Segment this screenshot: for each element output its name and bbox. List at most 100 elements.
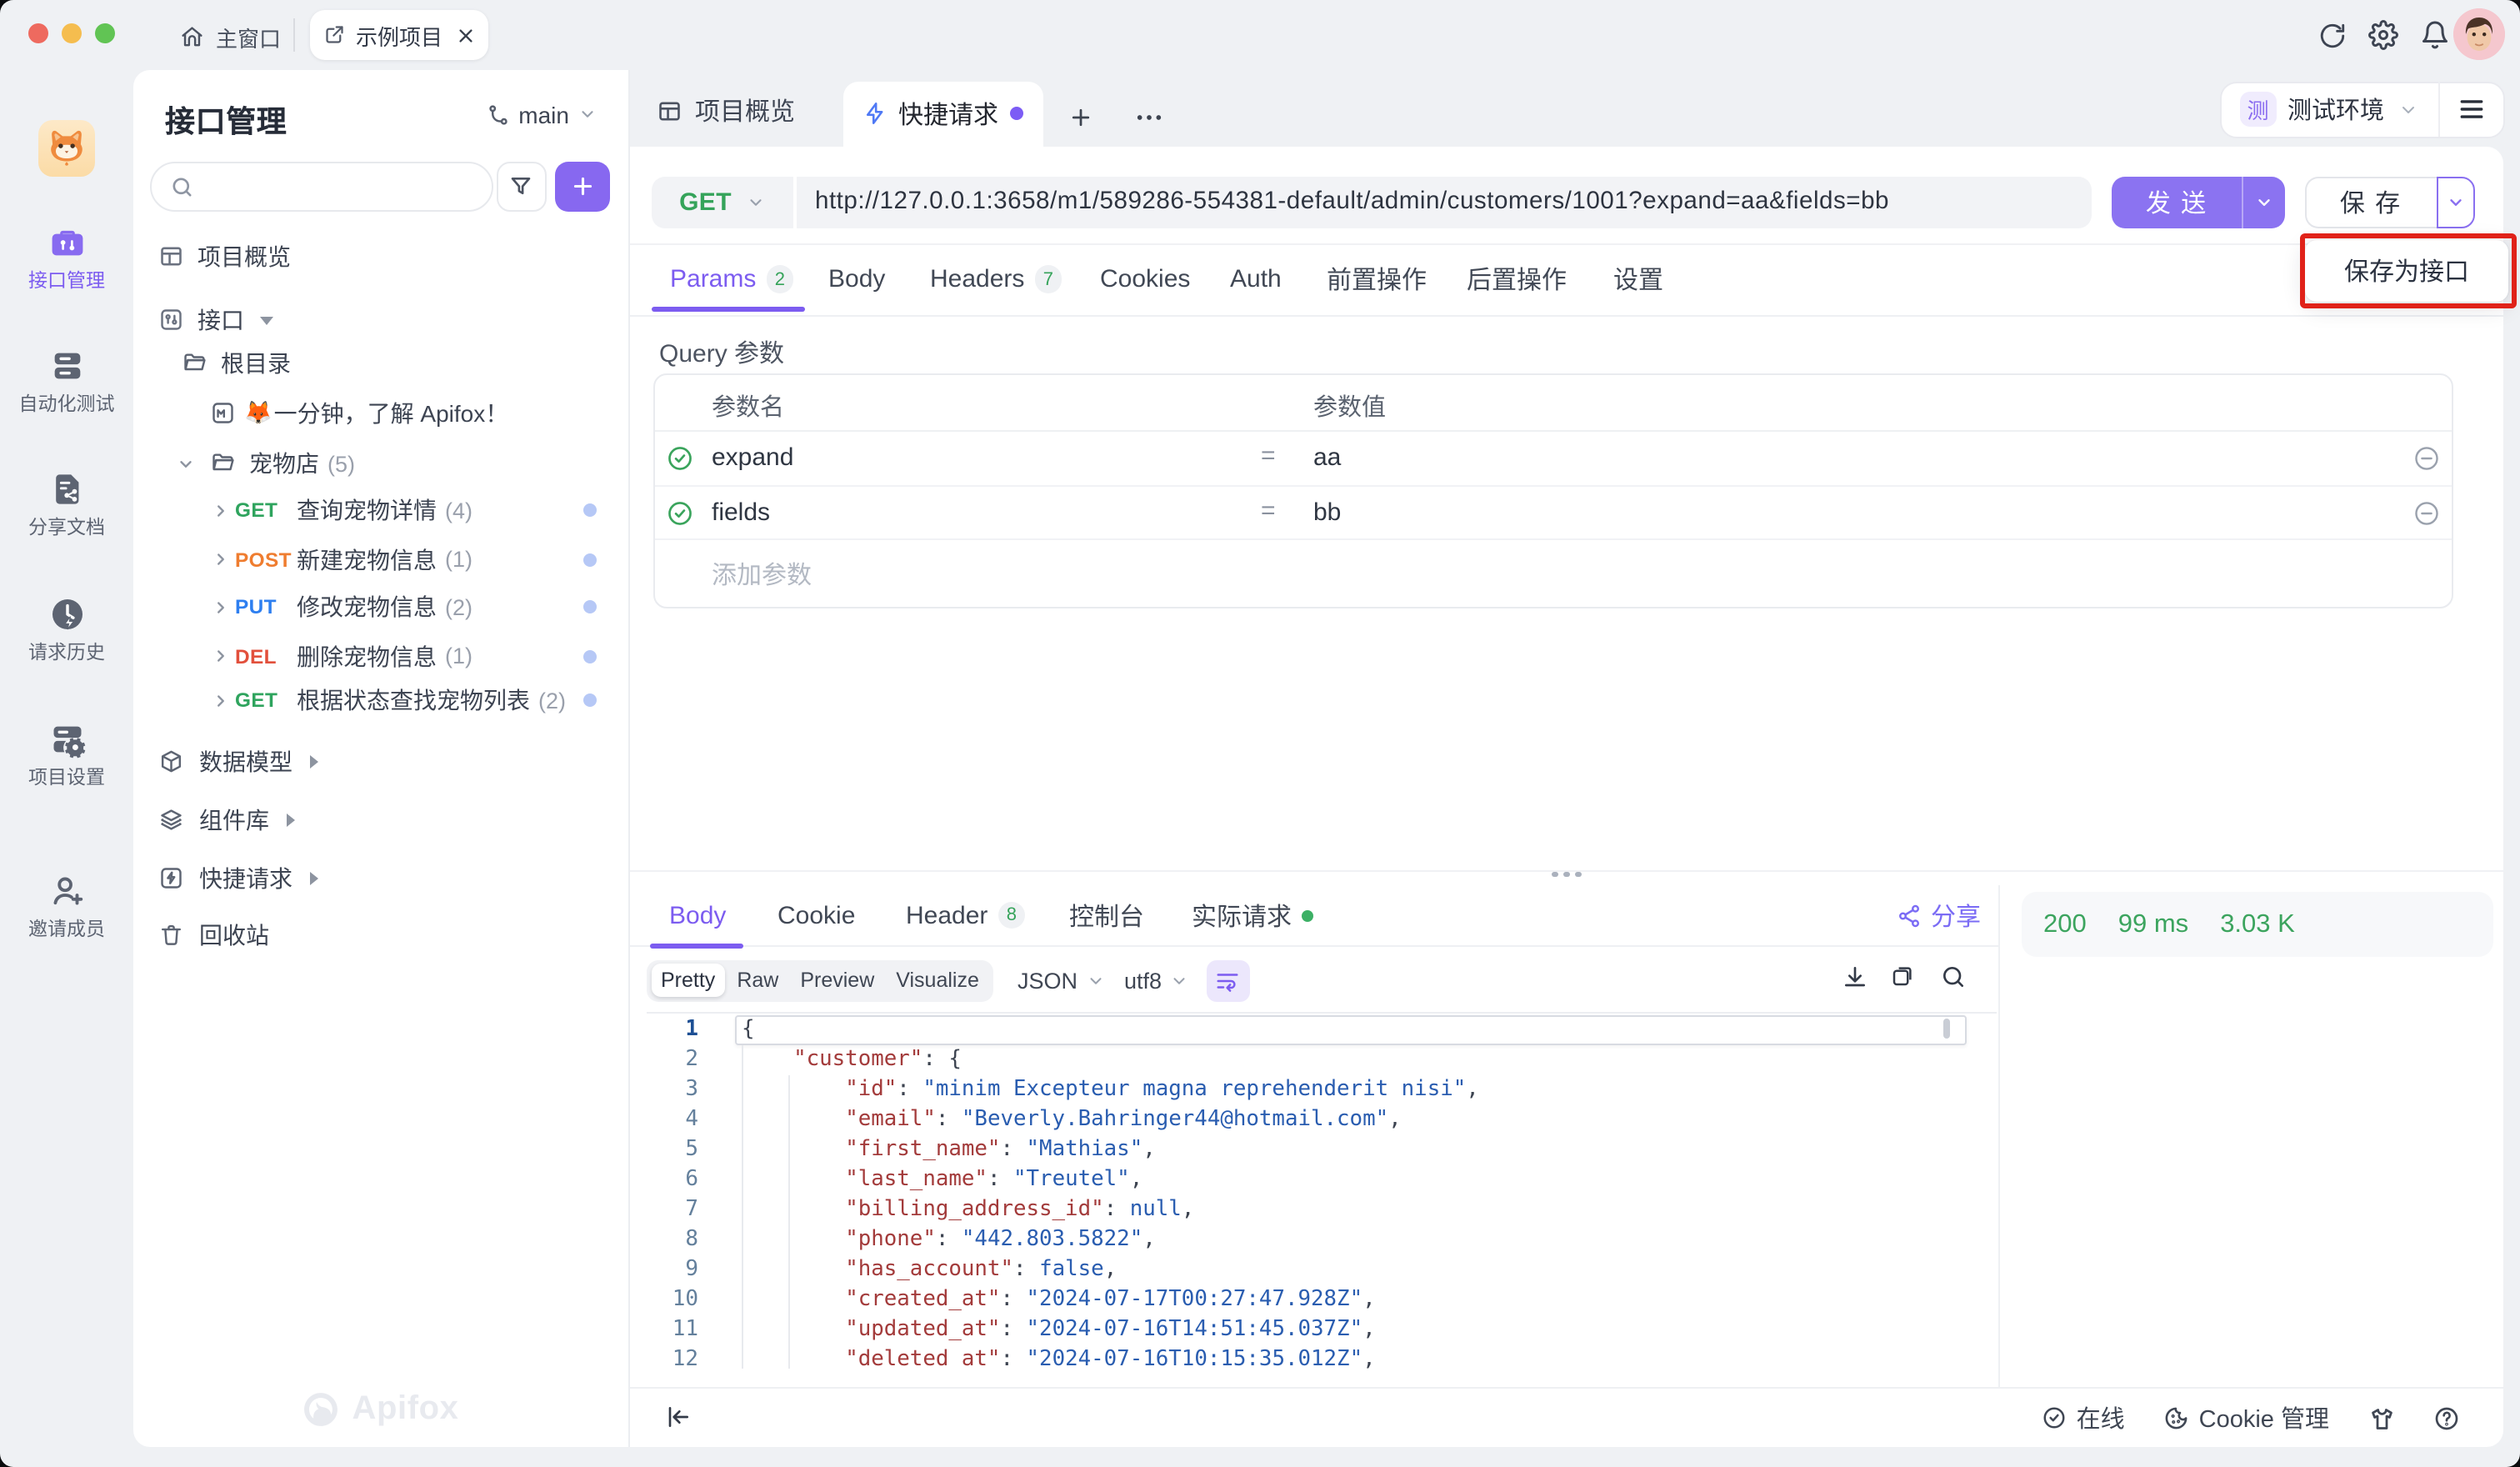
copy-response-button[interactable] [1889, 964, 1914, 989]
branch-selector[interactable]: main [487, 101, 596, 128]
param-name-input[interactable]: expand [712, 443, 793, 472]
theme-button[interactable] [2368, 1404, 2395, 1432]
code-scrollbar[interactable] [1943, 1019, 1949, 1039]
close-project-tab-icon[interactable] [456, 26, 474, 44]
request-tab-Body[interactable]: Body [828, 243, 885, 315]
request-tab-后置操作[interactable]: 后置操作 [1467, 243, 1567, 315]
minimize-window-button[interactable] [62, 23, 82, 43]
response-tab-实际请求[interactable]: 实际请求 [1192, 885, 1314, 945]
remove-param-icon[interactable] [2412, 445, 2439, 472]
help-button[interactable] [2433, 1405, 2460, 1432]
chevron-right-icon[interactable] [212, 501, 230, 519]
sidebar-section-数据模型[interactable]: 数据模型 [133, 739, 318, 785]
chevron-right-icon[interactable] [212, 647, 230, 665]
tab-project-overview[interactable]: 项目概览 [656, 93, 795, 128]
tree-item[interactable]: 接口 [133, 297, 272, 343]
rail-item-request-history[interactable]: 请求历史 [0, 595, 133, 665]
sidebar-section-快捷请求[interactable]: 快捷请求 [133, 855, 318, 902]
main-window-tab[interactable]: 主窗口 [170, 13, 291, 60]
param-enabled-icon[interactable] [666, 445, 692, 472]
request-tab-Params[interactable]: Params 2 [670, 243, 794, 315]
rail-item-project-settings[interactable]: 项目设置 [0, 720, 133, 790]
method-select[interactable]: GET [651, 188, 793, 217]
rail-item-api-management[interactable]: 接口管理 [0, 223, 133, 293]
request-tab-设置[interactable]: 设置 [1613, 243, 1663, 315]
download-response-button[interactable] [1841, 964, 1868, 990]
view-option-Visualize[interactable]: Visualize [886, 964, 989, 998]
cookie-manager[interactable]: Cookie 管理 [2163, 1401, 2329, 1436]
send-button[interactable]: 发 送 [2112, 176, 2285, 228]
tab-more-button[interactable] [1135, 111, 1163, 123]
search-input[interactable] [150, 162, 492, 211]
gear-icon[interactable] [2368, 20, 2398, 50]
tree-item[interactable]: 项目概览 [133, 233, 291, 280]
save-dropdown-toggle[interactable] [2436, 176, 2475, 228]
chevron-right-icon[interactable] [212, 598, 230, 616]
response-tab-Header[interactable]: Header 8 [906, 885, 1026, 945]
tree-item[interactable]: 宠物店 (5) [133, 440, 355, 487]
wrap-lines-button[interactable] [1206, 959, 1249, 1001]
tree-item[interactable]: 根目录 [133, 339, 291, 386]
param-enabled-icon[interactable] [666, 499, 692, 526]
url-input[interactable]: http://127.0.0.1:3658/m1/589286-554381-d… [797, 189, 1889, 216]
share-link[interactable]: 分享 [1896, 899, 1981, 934]
zoom-window-button[interactable] [95, 23, 116, 43]
rail-item-invite-members[interactable]: 邀请成员 [0, 872, 133, 942]
response-tab-控制台[interactable]: 控制台 [1069, 885, 1144, 945]
caret-right-icon[interactable] [309, 872, 318, 885]
request-tab-Auth[interactable]: Auth [1230, 243, 1282, 315]
refresh-icon[interactable] [2318, 21, 2347, 49]
chevron-right-icon[interactable] [212, 691, 230, 709]
splitter-handle-icon[interactable] [629, 871, 2503, 877]
view-option-Preview[interactable]: Preview [790, 964, 884, 998]
save-button-main[interactable]: 保 存 [2304, 176, 2436, 228]
view-option-Pretty[interactable]: Pretty [651, 963, 726, 998]
caret-down-icon[interactable] [259, 316, 272, 324]
encoding-select[interactable]: utf8 [1124, 959, 1188, 1001]
rail-item-auto-testing[interactable]: 自动化测试 [0, 347, 133, 417]
search-response-button[interactable] [1939, 964, 1966, 990]
add-api-button[interactable] [554, 162, 610, 211]
new-tab-button[interactable] [1068, 104, 1093, 129]
request-tab-前置操作[interactable]: 前置操作 [1327, 243, 1427, 315]
chevron-down-icon[interactable] [177, 454, 195, 473]
hamburger-menu-icon[interactable] [2439, 98, 2503, 120]
request-tab-Cookies[interactable]: Cookies [1100, 243, 1190, 315]
rail-item-share-docs[interactable]: 分享文档 [0, 470, 133, 540]
caret-right-icon[interactable] [309, 755, 318, 769]
tab-count-badge: 2 [766, 265, 794, 293]
environment-selector[interactable]: 测试环境 [2288, 92, 2384, 127]
environment-badge: 测 [2240, 91, 2276, 128]
view-option-Raw[interactable]: Raw [727, 964, 788, 998]
param-value-input[interactable]: bb [1313, 498, 1341, 526]
param-value-input[interactable]: aa [1313, 443, 1341, 472]
add-param-row[interactable]: 添加参数 [654, 540, 2451, 608]
send-dropdown-chevron[interactable] [2243, 193, 2285, 212]
project-tab[interactable]: 示例项目 [310, 10, 488, 60]
caret-right-icon[interactable] [286, 814, 294, 827]
close-window-button[interactable] [28, 23, 49, 43]
filter-button[interactable] [497, 162, 546, 211]
avatar[interactable] [2452, 8, 2504, 59]
format-select[interactable]: JSON [1018, 959, 1104, 1001]
sidebar-section-回收站[interactable]: 回收站 [133, 912, 269, 959]
remove-param-icon[interactable] [2412, 499, 2439, 526]
bell-icon[interactable] [2420, 20, 2450, 50]
tree-item-api[interactable]: GET 根据状态查找宠物列表 (2) [133, 677, 597, 723]
tree-item-api[interactable]: GET 查询宠物详情 (4) [133, 487, 597, 533]
tree-item-api[interactable]: PUT 修改宠物信息 (2) [133, 583, 597, 630]
collapse-sidebar-icon[interactable] [664, 1404, 691, 1430]
tree-item[interactable]: 🦊 一分钟，了解 Apifox！ [133, 390, 508, 437]
team-logo[interactable] [38, 119, 95, 176]
param-name-input[interactable]: fields [712, 498, 770, 526]
online-status[interactable]: 在线 [2042, 1401, 2125, 1436]
request-tab-Headers[interactable]: Headers 7 [930, 243, 1062, 315]
sidebar-section-组件库[interactable]: 组件库 [133, 797, 294, 844]
tree-item-api[interactable]: DEL 删除宠物信息 (1) [133, 633, 597, 679]
response-tab-Body[interactable]: Body [669, 885, 726, 945]
response-tab-Cookie[interactable]: Cookie [778, 885, 855, 945]
response-body-viewer[interactable]: 1{2 "customer": {3 "id": "minim Excepteu… [647, 1011, 1997, 1368]
tree-item-api[interactable]: POST 新建宠物信息 (1) [133, 536, 597, 583]
tab-quick-request[interactable]: 快捷请求 [843, 81, 1043, 147]
chevron-right-icon[interactable] [212, 550, 230, 568]
